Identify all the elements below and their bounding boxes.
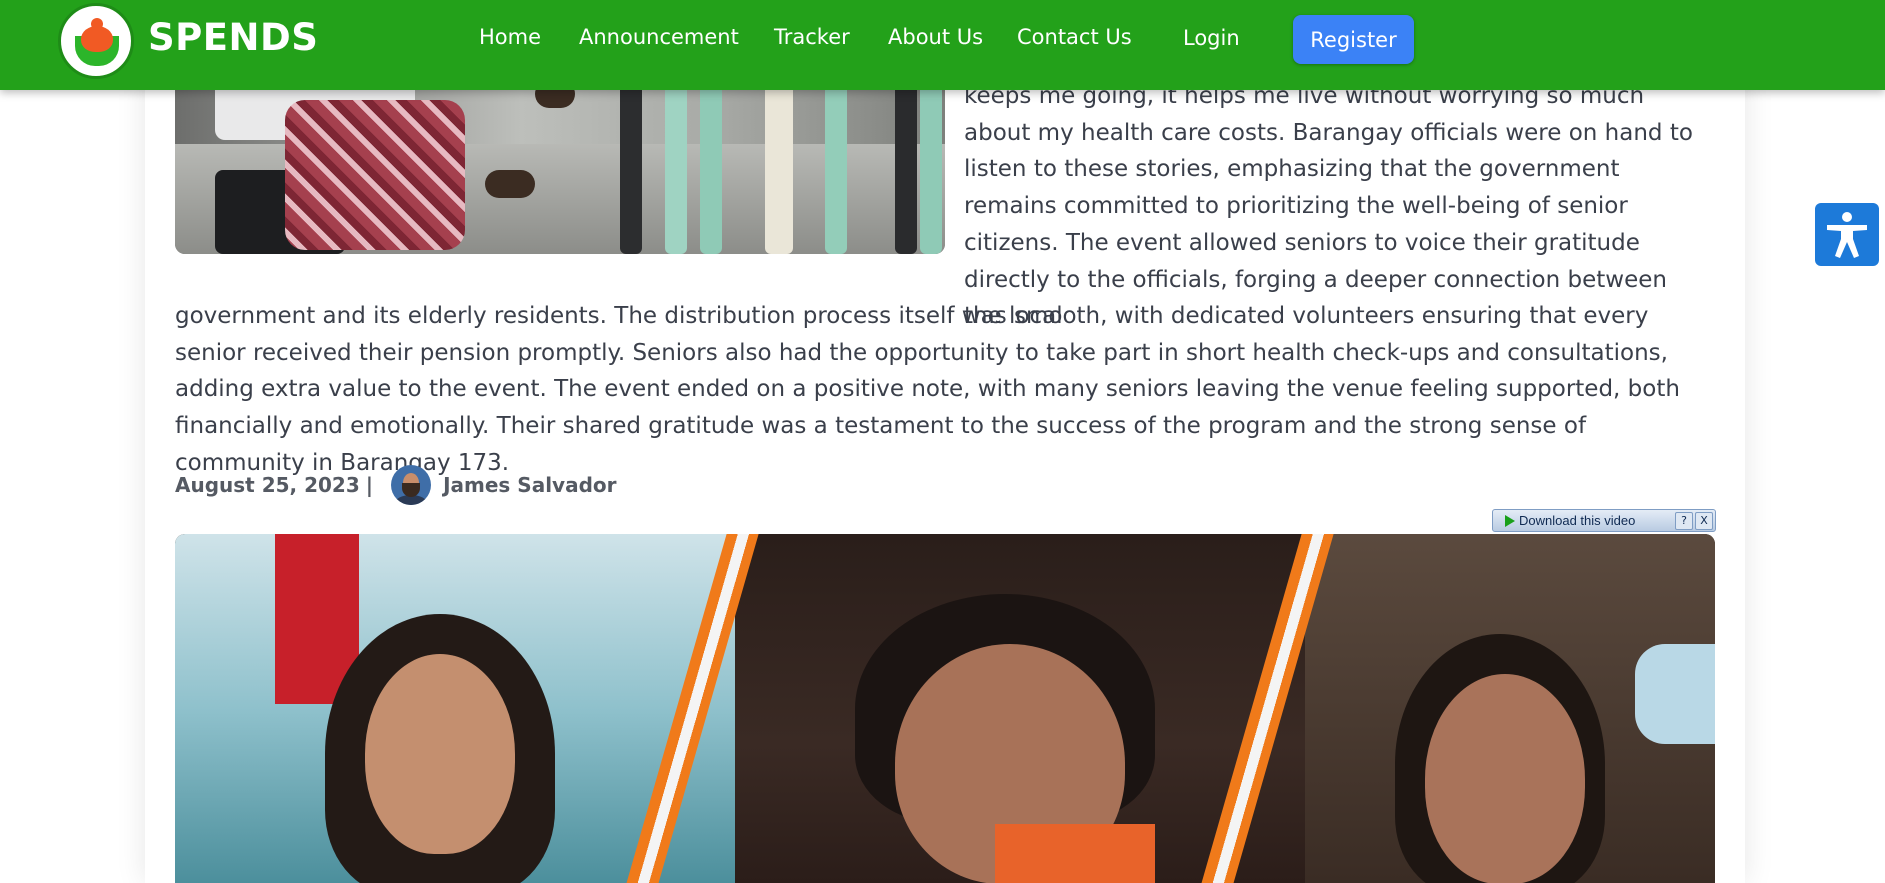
nav-announcement[interactable]: Announcement [579,25,739,49]
login-link[interactable]: Login [1183,26,1240,50]
nav-about-us[interactable]: About Us [888,25,983,49]
author-name: James Salvador [443,473,617,497]
nav-tracker[interactable]: Tracker [774,25,850,49]
close-button[interactable]: X [1695,511,1713,530]
nav-home[interactable]: Home [479,25,541,49]
heart-hands-logo-icon[interactable] [58,3,134,79]
article-paragraph: government and its elderly residents. Th… [175,303,1680,476]
site-header: SPENDS Home Announcement Tracker About U… [0,0,1885,90]
meta-separator: | [365,473,374,497]
brand-name[interactable]: SPENDS [148,16,318,59]
accessibility-button[interactable] [1815,203,1879,266]
author-avatar [391,465,432,505]
article-paragraph-side: keeps me going, it helps me live without… [964,83,1693,330]
accessibility-person-icon [1827,212,1867,258]
article-meta: August 25, 2023 | James Salvador [175,464,617,506]
article-video[interactable] [175,534,1715,883]
play-icon [1505,514,1515,527]
download-video-link[interactable]: Download this video [1519,513,1675,528]
post-date: August 25, 2023 [175,473,360,497]
download-video-bar[interactable]: Download this video ? X [1492,509,1716,532]
nav-contact-us[interactable]: Contact Us [1017,25,1132,49]
register-button[interactable]: Register [1293,15,1414,64]
help-button[interactable]: ? [1675,511,1693,530]
